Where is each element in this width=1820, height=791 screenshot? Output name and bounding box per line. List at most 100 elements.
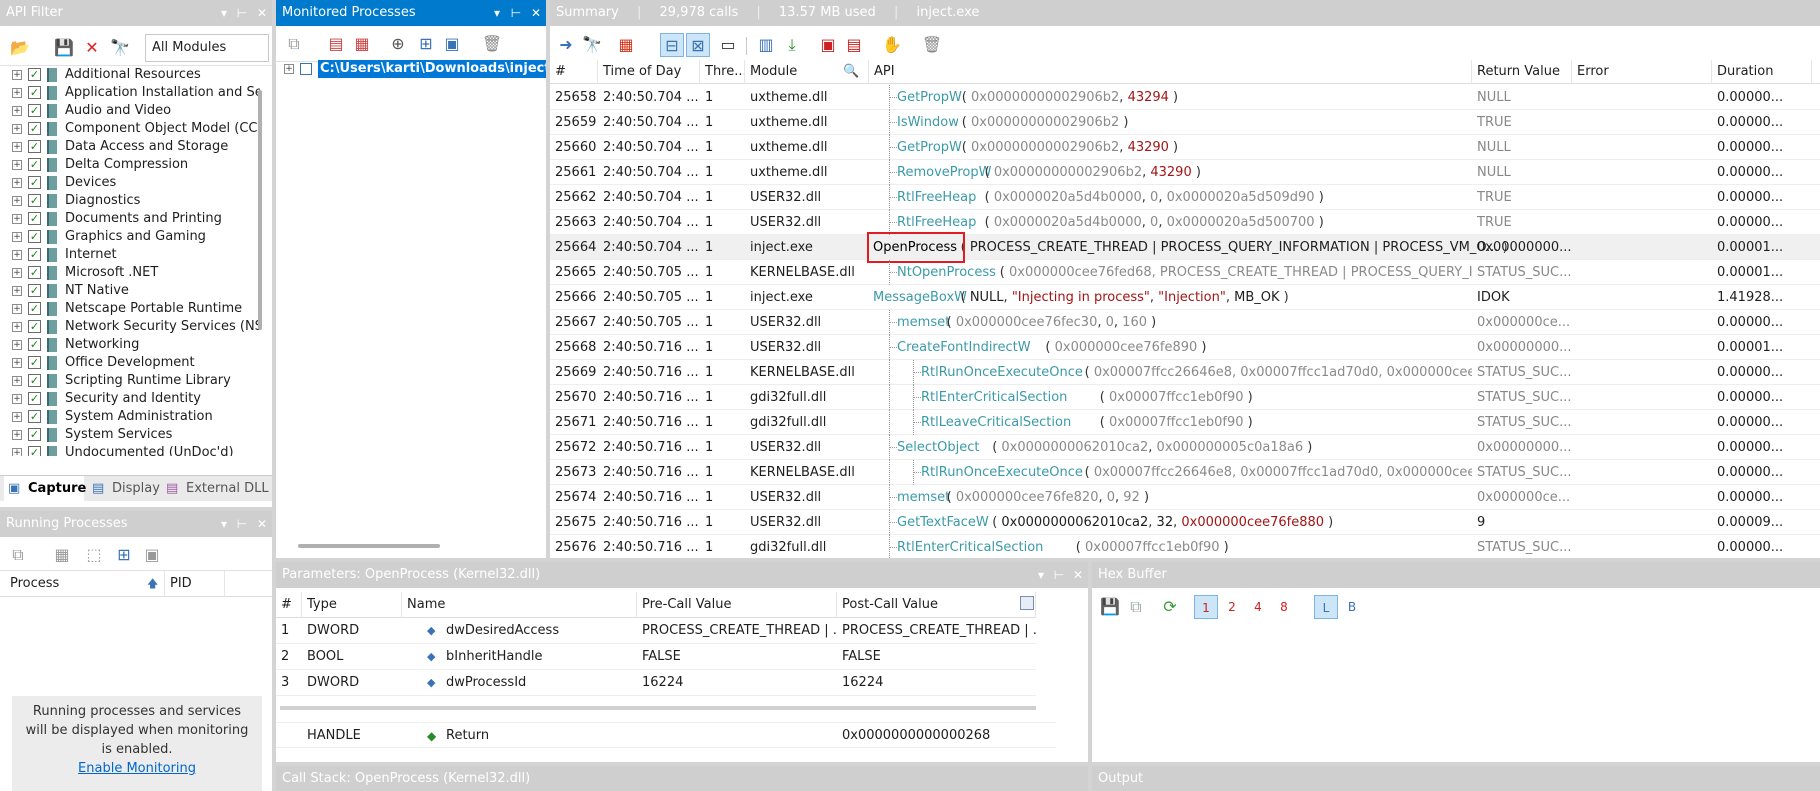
- byte-2-button[interactable]: 2: [1220, 595, 1244, 619]
- call-row[interactable]: 25659 2:40:50.704 ... 1 uxtheme.dll IsWindow…: [550, 110, 1820, 135]
- checkbox-checked[interactable]: ✓: [28, 176, 41, 189]
- parameter-row[interactable]: 2 BOOL FALSE FALSE ◆ bInheritHandle: [276, 644, 1036, 670]
- parameter-row[interactable]: 3 DWORD 16224 16224 ◆ dwProcessId: [276, 670, 1036, 696]
- horizontal-scrollbar[interactable]: [298, 544, 440, 548]
- call-row[interactable]: 25675 2:40:50.716 ... 1 USER32.dll GetTextFa…: [550, 510, 1820, 535]
- tab-display[interactable]: ▤ Display: [88, 476, 160, 501]
- byte-1-button[interactable]: 1: [1194, 595, 1218, 619]
- checkbox-checked[interactable]: ✓: [28, 194, 41, 207]
- close-icon[interactable]: ✕: [252, 511, 272, 537]
- category-item[interactable]: + ✓ Office Development: [0, 354, 260, 372]
- delete-icon[interactable]: ✕: [80, 36, 104, 60]
- checkbox-checked[interactable]: ✓: [28, 320, 41, 333]
- api-function-name[interactable]: MessageBoxW: [873, 285, 967, 310]
- api-function-name[interactable]: RemovePropW: [897, 160, 992, 185]
- checkbox-checked[interactable]: ✓: [28, 68, 41, 81]
- expand-icon[interactable]: +: [12, 88, 22, 98]
- clear-icon[interactable]: ▣: [816, 33, 840, 57]
- call-row[interactable]: 25658 2:40:50.704 ... 1 uxtheme.dll GetPropW…: [550, 85, 1820, 110]
- network-icon[interactable]: ⊞: [112, 543, 136, 567]
- hand-icon[interactable]: ✋: [880, 33, 904, 57]
- category-item[interactable]: + ✓ System Services: [0, 426, 260, 444]
- dropdown-arrow-icon[interactable]: ▾: [214, 0, 234, 26]
- checkbox-checked[interactable]: ✓: [28, 248, 41, 261]
- call-row[interactable]: 25676 2:40:50.716 ... 1 gdi32full.dll RtlEnt…: [550, 535, 1820, 558]
- category-item[interactable]: + ✓ Audio and Video: [0, 102, 260, 120]
- api-function-name[interactable]: IsWindow: [897, 110, 959, 135]
- category-item[interactable]: + ✓ Microsoft .NET: [0, 264, 260, 282]
- auto-scroll-icon[interactable]: ⊠: [686, 33, 710, 57]
- category-item[interactable]: + ✓ Delta Compression: [0, 156, 260, 174]
- expand-icon[interactable]: +: [12, 286, 22, 296]
- call-row[interactable]: 25668 2:40:50.716 ... 1 USER32.dll CreateFon…: [550, 335, 1820, 360]
- category-item[interactable]: + ✓ Internet: [0, 246, 260, 264]
- expand-icon[interactable]: +: [12, 214, 22, 224]
- find-icon[interactable]: 🔭: [580, 33, 604, 57]
- api-function-name[interactable]: RtlLeaveCriticalSection: [921, 410, 1071, 435]
- columns-icon[interactable]: ▥: [754, 33, 778, 57]
- api-function-name[interactable]: GetPropW: [897, 85, 962, 110]
- expand-icon[interactable]: +: [12, 250, 22, 260]
- tree-view-icon[interactable]: ⊟: [660, 33, 684, 57]
- expand-icon[interactable]: +: [12, 196, 22, 206]
- pin-icon[interactable]: ⊢: [506, 0, 526, 26]
- col-duration[interactable]: Duration: [1712, 60, 1812, 84]
- checkbox-checked[interactable]: ✓: [28, 356, 41, 369]
- trash-icon[interactable]: 🗑: [480, 32, 504, 56]
- api-function-name[interactable]: RtlEnterCriticalSection: [897, 535, 1043, 558]
- expand-icon[interactable]: +: [12, 412, 22, 422]
- module-select[interactable]: All Modules: [145, 34, 269, 62]
- close-icon[interactable]: ✕: [252, 0, 272, 26]
- col-post-call[interactable]: Post-Call Value: [837, 592, 1036, 618]
- category-item[interactable]: + ✓ Scripting Runtime Library: [0, 372, 260, 390]
- expand-icon[interactable]: +: [12, 394, 22, 404]
- expand-icon[interactable]: +: [12, 340, 22, 350]
- checkbox-checked[interactable]: ✓: [28, 338, 41, 351]
- col-error[interactable]: Error: [1572, 60, 1712, 84]
- checkbox-checked[interactable]: ✓: [28, 158, 41, 171]
- expand-icon[interactable]: +: [12, 268, 22, 278]
- columns-chooser-icon[interactable]: [1020, 596, 1034, 610]
- expand-icon[interactable]: +: [12, 358, 22, 368]
- dropdown-arrow-icon[interactable]: ▾: [1031, 562, 1051, 588]
- expand-icon[interactable]: +: [12, 70, 22, 80]
- checkbox-checked[interactable]: ✓: [28, 428, 41, 441]
- enable-monitoring-link[interactable]: Enable Monitoring: [12, 759, 262, 778]
- col-pid[interactable]: PID: [165, 571, 225, 597]
- target-icon[interactable]: ⊕: [386, 32, 410, 56]
- call-row[interactable]: 25665 2:40:50.705 ... 1 KERNELBASE.dll NtOpe…: [550, 260, 1820, 285]
- checkbox-checked[interactable]: ✓: [28, 410, 41, 423]
- category-item[interactable]: + ✓ Security and Identity: [0, 390, 260, 408]
- call-row[interactable]: 25671 2:40:50.716 ... 1 gdi32full.dll RtlLea…: [550, 410, 1820, 435]
- api-function-name[interactable]: GetPropW: [897, 135, 962, 160]
- open-folder-icon[interactable]: 📂: [8, 36, 32, 60]
- services-icon[interactable]: ⬚: [82, 543, 106, 567]
- api-function-name[interactable]: GetTextFaceW: [897, 510, 989, 535]
- search-icon[interactable]: 🔍: [843, 60, 859, 84]
- checkbox-checked[interactable]: ✓: [28, 302, 41, 315]
- find-icon[interactable]: 🔭: [108, 36, 132, 60]
- expand-icon[interactable]: +: [12, 160, 22, 170]
- expand-icon[interactable]: +: [284, 64, 294, 74]
- save-icon[interactable]: 💾: [52, 36, 76, 60]
- category-item[interactable]: + ✓ Undocumented (UnDoc'd): [0, 444, 260, 456]
- pin-icon[interactable]: ⊢: [232, 0, 252, 26]
- category-item[interactable]: + ✓ Devices: [0, 174, 260, 192]
- api-function-name[interactable]: memset: [897, 485, 950, 510]
- process-tree-icon[interactable]: ▦: [50, 543, 74, 567]
- call-row[interactable]: 25670 2:40:50.716 ... 1 gdi32full.dll RtlEnt…: [550, 385, 1820, 410]
- network-icon[interactable]: ⊞: [414, 32, 438, 56]
- close-icon[interactable]: ✕: [1068, 562, 1088, 588]
- byte-4-button[interactable]: 4: [1246, 595, 1270, 619]
- little-endian-button[interactable]: L: [1314, 595, 1338, 619]
- expand-icon[interactable]: +: [12, 232, 22, 242]
- api-function-name[interactable]: RtlFreeHeap: [897, 185, 976, 210]
- expand-icon[interactable]: +: [12, 448, 22, 456]
- clear-all-icon[interactable]: ▤: [842, 33, 866, 57]
- call-row[interactable]: 25669 2:40:50.716 ... 1 KERNELBASE.dll RtlRu…: [550, 360, 1820, 385]
- call-row[interactable]: 25667 2:40:50.705 ... 1 USER32.dll memset( 0…: [550, 310, 1820, 335]
- expand-icon[interactable]: +: [12, 142, 22, 152]
- checkbox-checked[interactable]: ✓: [28, 212, 41, 225]
- col-module[interactable]: Module 🔍: [745, 60, 869, 84]
- call-row[interactable]: 25663 2:40:50.704 ... 1 USER32.dll RtlFreeHe…: [550, 210, 1820, 235]
